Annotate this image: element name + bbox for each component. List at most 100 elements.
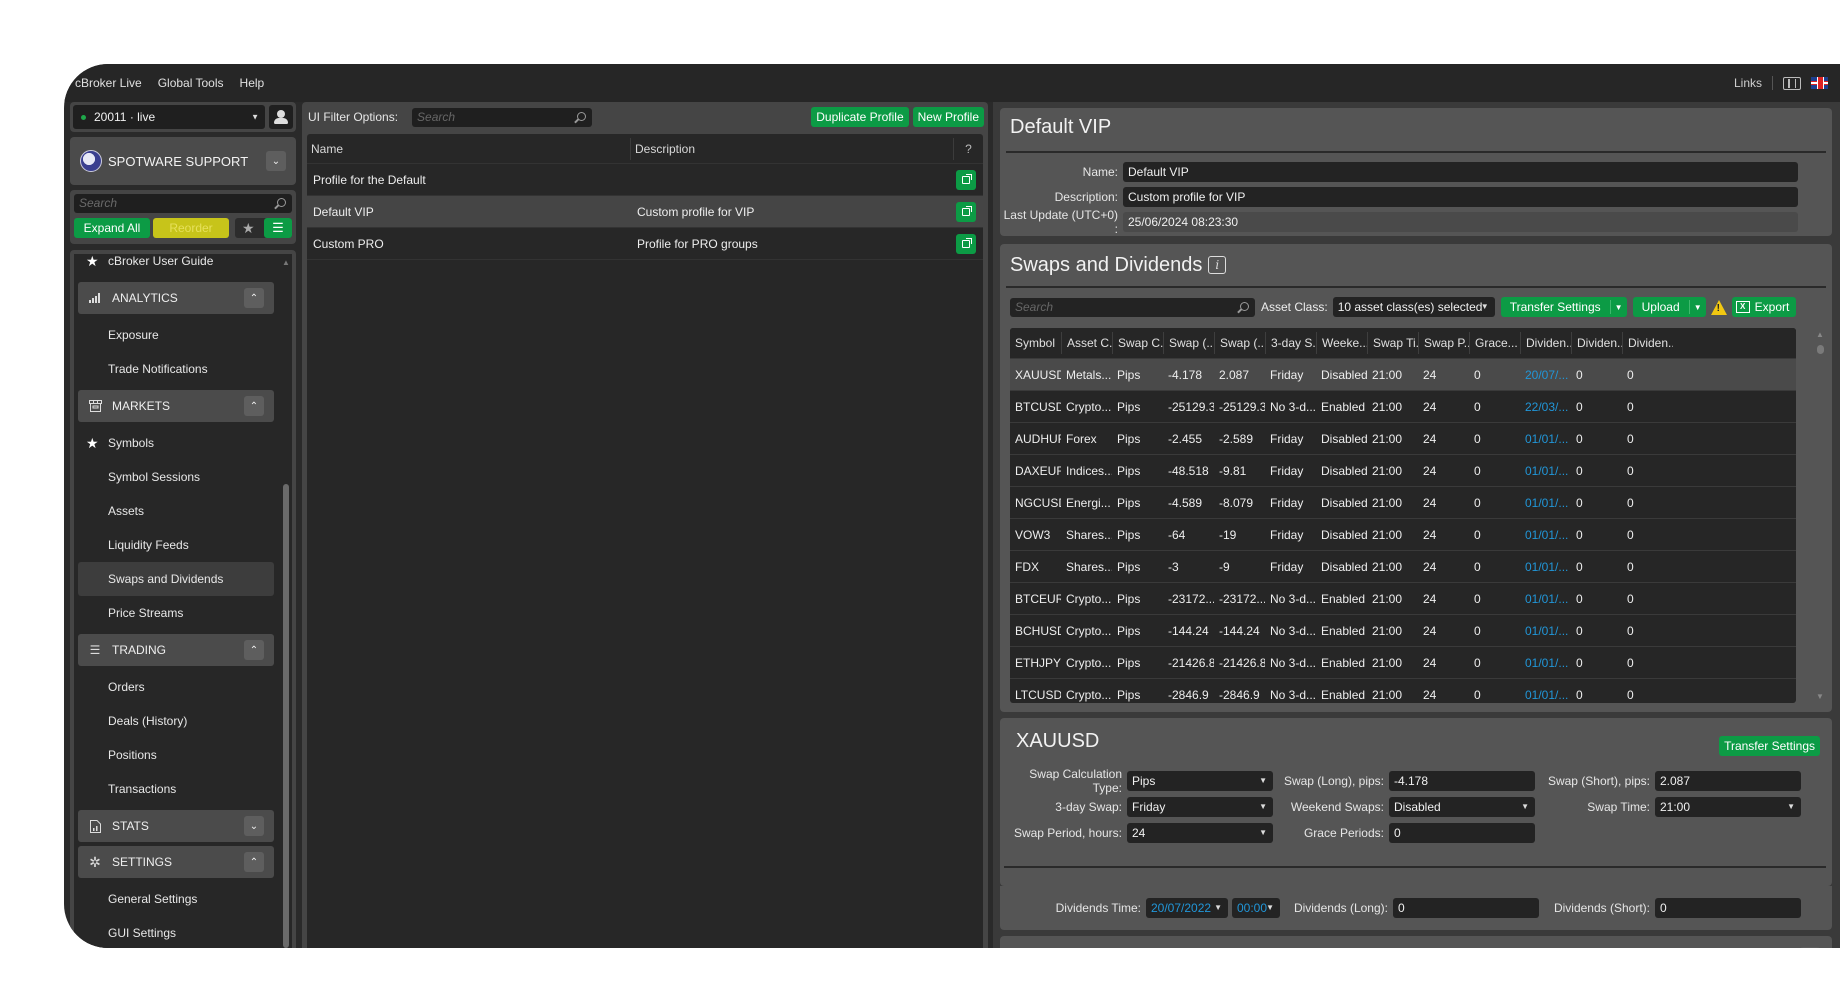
transfer-dropdown-icon[interactable]: ▼ xyxy=(1611,303,1627,312)
table-cell[interactable]: 01/01/... xyxy=(1520,688,1571,702)
weekend-swaps-select[interactable]: Disabled ▼ xyxy=(1389,797,1535,817)
profiles-search-input[interactable]: Search xyxy=(412,107,593,127)
table-row[interactable]: Custom PRO Profile for PRO groups xyxy=(307,228,983,260)
column-header[interactable]: Symbol xyxy=(1010,332,1061,354)
sidebar-item-orders[interactable]: Orders xyxy=(74,670,278,704)
open-profile-button[interactable] xyxy=(956,233,976,254)
sidebar-item-general-settings[interactable]: General Settings xyxy=(74,882,278,916)
sidebar-search-input[interactable]: Search xyxy=(74,194,292,213)
table-cell[interactable]: 01/01/... xyxy=(1520,464,1571,478)
column-header[interactable]: Swap (... xyxy=(1214,332,1265,354)
table-row[interactable]: XAUUSD Metals... Pips -4.178 2.087 Friday Disa… xyxy=(1010,358,1796,390)
table-cell[interactable]: 01/01/... xyxy=(1520,560,1571,574)
table-cell[interactable]: 22/03/... xyxy=(1520,400,1571,414)
table-row[interactable]: DAXEUR Indices... Pips -48.518 -9.81 Friday Di… xyxy=(1010,454,1796,486)
name-field[interactable]: Default VIP xyxy=(1123,161,1798,182)
scroll-up-icon[interactable]: ▲ xyxy=(282,258,290,267)
sidebar-item-liquidity-feeds[interactable]: Liquidity Feeds xyxy=(74,528,278,562)
table-row[interactable]: LTCUSD Crypto... Pips -2846.9 -2846.9 No 3-d.… xyxy=(1010,678,1796,703)
dividends-long-input[interactable]: 0 xyxy=(1393,898,1539,918)
dividends-short-input[interactable]: 0 xyxy=(1655,898,1801,918)
column-header[interactable]: Weeke... xyxy=(1316,332,1367,354)
table-cell[interactable]: 01/01/... xyxy=(1520,528,1571,542)
table-row[interactable]: ETHJPY Crypto... Pips -21426.8 -21426.8 No 3-… xyxy=(1010,646,1796,678)
expand-button[interactable]: ⌄ xyxy=(244,816,264,836)
sidebar-item-swaps-and-dividends[interactable]: Swaps and Dividends xyxy=(78,562,274,596)
sidebar-item-positions[interactable]: Positions xyxy=(74,738,278,772)
sidebar-group-stats[interactable]: STATS ⌄ xyxy=(78,810,274,842)
menu-help[interactable]: Help xyxy=(240,76,265,90)
sidebar-item-symbols[interactable]: ★ Symbols xyxy=(74,426,278,460)
column-header-name[interactable]: Name xyxy=(307,137,631,160)
sidebar-group-markets[interactable]: MARKETS ⌃ xyxy=(78,390,274,422)
sidebar-item-trade-notifications[interactable]: Trade Notifications xyxy=(74,352,278,386)
open-profile-button[interactable] xyxy=(956,201,976,222)
reorder-button[interactable]: Reorder xyxy=(153,218,229,238)
list-view-button[interactable]: ☰ xyxy=(264,218,292,238)
table-row[interactable]: BCHUSD Crypto... Pips -144.24 -144.24 No 3-d.… xyxy=(1010,614,1796,646)
scroll-thumb[interactable] xyxy=(1817,345,1824,354)
column-header[interactable]: Asset C... xyxy=(1061,332,1112,354)
table-row[interactable]: VOW3 Shares... Pips -64 -19 Friday Disabled 21:… xyxy=(1010,518,1796,550)
upload-dropdown-icon[interactable]: ▼ xyxy=(1690,303,1706,312)
column-header[interactable]: Swap C... xyxy=(1112,332,1163,354)
table-cell[interactable]: 01/01/... xyxy=(1520,656,1571,670)
export-button[interactable]: X Export xyxy=(1731,297,1797,317)
column-header[interactable]: Swap (... xyxy=(1163,332,1214,354)
table-row[interactable]: FDX Shares... Pips -3 -9 Friday Disabled 21:00 2… xyxy=(1010,550,1796,582)
scroll-up-icon[interactable]: ▲ xyxy=(1816,330,1824,339)
table-row[interactable]: BTCUSD Crypto... Pips -25129.3 -25129.3 No 3-… xyxy=(1010,390,1796,422)
column-header[interactable]: Swap P... xyxy=(1418,332,1469,354)
table-row[interactable]: BTCEUR Crypto... Pips -23172... -23172... No … xyxy=(1010,582,1796,614)
grace-periods-input[interactable]: 0 xyxy=(1389,823,1535,843)
column-header-description[interactable]: Description xyxy=(631,138,953,160)
info-icon[interactable]: i xyxy=(1208,256,1227,274)
dividends-date-select[interactable]: 20/07/2022 ▼ xyxy=(1146,898,1228,918)
sidebar-group-trading[interactable]: ☰ TRADING ⌃ xyxy=(78,634,274,666)
collapse-button[interactable]: ⌃ xyxy=(244,852,264,872)
expand-groups-button[interactable]: ⌄ xyxy=(1800,947,1820,948)
sidebar-group-settings[interactable]: ✲ SETTINGS ⌃ xyxy=(78,846,274,878)
sidebar-item-exposure[interactable]: Exposure xyxy=(74,318,278,352)
user-button[interactable] xyxy=(269,105,293,129)
layout-columns-icon[interactable] xyxy=(1783,76,1801,90)
new-profile-button[interactable]: New Profile xyxy=(912,107,984,127)
account-select[interactable]: 20011 · live ▼ xyxy=(73,105,265,129)
swap-long-input[interactable]: -4.178 xyxy=(1389,771,1535,791)
sidebar-item-transactions[interactable]: Transactions xyxy=(74,772,278,806)
menu-cbroker-live[interactable]: cBroker Live xyxy=(75,76,142,90)
swap-time-select[interactable]: 21:00 ▼ xyxy=(1655,797,1801,817)
swap-calc-type-select[interactable]: Pips ▼ xyxy=(1127,771,1273,791)
collapse-button[interactable]: ⌃ xyxy=(244,640,264,660)
collapse-button[interactable]: ⌃ xyxy=(244,288,264,308)
symbol-transfer-settings-button[interactable]: Transfer Settings xyxy=(1719,736,1820,756)
sidebar-item-assets[interactable]: Assets xyxy=(74,494,278,528)
sidebar-item-deals-history[interactable]: Deals (History) xyxy=(74,704,278,738)
sidebar-item-user-guide[interactable]: ★ cBroker User Guide xyxy=(74,254,278,278)
table-cell[interactable]: 20/07/... xyxy=(1520,368,1571,382)
collapse-button[interactable]: ⌃ xyxy=(244,396,264,416)
three-day-swap-select[interactable]: Friday ▼ xyxy=(1127,797,1273,817)
column-header[interactable]: 3-day S... xyxy=(1265,332,1316,354)
sidebar-scrollbar[interactable]: ▲ xyxy=(280,254,292,948)
swaps-search-input[interactable]: Search xyxy=(1010,297,1255,317)
expand-all-button[interactable]: Expand All xyxy=(74,218,150,238)
sidebar-group-analytics[interactable]: ANALYTICS ⌃ xyxy=(78,282,274,314)
help-icon[interactable]: ? xyxy=(953,137,983,160)
table-row[interactable]: Profile for the Default xyxy=(307,164,983,196)
menu-global-tools[interactable]: Global Tools xyxy=(158,76,224,90)
asset-class-select[interactable]: 10 asset class(es) selected ▼ xyxy=(1332,297,1495,317)
column-header[interactable]: Swap Ti... xyxy=(1367,332,1418,354)
open-profile-button[interactable] xyxy=(956,169,976,190)
upload-button[interactable]: Upload xyxy=(1633,300,1690,314)
table-row[interactable]: NGCUSD Energi... Pips -4.589 -8.079 Friday Dis… xyxy=(1010,486,1796,518)
table-cell[interactable]: 01/01/... xyxy=(1520,624,1571,638)
sidebar-item-symbol-sessions[interactable]: Symbol Sessions xyxy=(74,460,278,494)
column-header[interactable]: Grace... xyxy=(1469,332,1520,354)
column-header[interactable]: Dividen... xyxy=(1622,332,1673,354)
uk-flag-icon[interactable] xyxy=(1811,77,1828,89)
brand-collapse-button[interactable]: ⌄ xyxy=(266,151,286,171)
favorites-star-icon[interactable]: ★ xyxy=(242,220,255,237)
swap-period-select[interactable]: 24 ▼ xyxy=(1127,823,1273,843)
table-row[interactable]: AUDHUF Forex Pips -2.455 -2.589 Friday Disable… xyxy=(1010,422,1796,454)
